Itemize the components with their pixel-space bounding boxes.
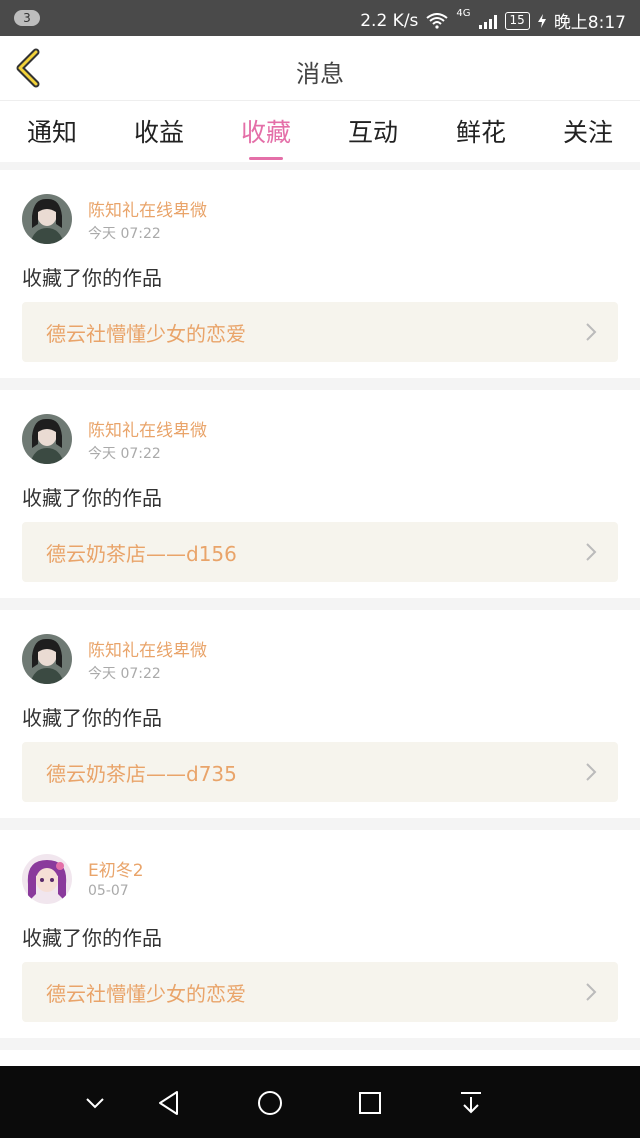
work-title: 德云奶茶店——d735 bbox=[46, 762, 237, 786]
network-type: 4G bbox=[456, 8, 471, 19]
tab-label: 收藏 bbox=[240, 118, 291, 147]
tab-follow[interactable]: 关注 bbox=[538, 113, 638, 149]
home-circle-icon[interactable] bbox=[253, 1086, 287, 1120]
tab-favorites[interactable]: 收藏 bbox=[216, 113, 316, 160]
message-card: E初冬2 05-07 收藏了你的作品 德云社懵懂少女的恋爱 bbox=[0, 830, 640, 1038]
notification-count-badge: 3 bbox=[14, 10, 40, 26]
work-title: 德云社懵懂少女的恋爱 bbox=[46, 982, 246, 1006]
work-link[interactable]: 德云社懵懂少女的恋爱 bbox=[22, 962, 618, 1022]
username[interactable]: 陈知礼在线卑微 bbox=[88, 196, 207, 221]
tab-notification[interactable]: 通知 bbox=[2, 113, 102, 149]
message-card: 陈知礼在线卑微 今天 07:22 收藏了你的作品 德云奶茶店——d156 bbox=[0, 390, 640, 598]
username[interactable]: E初冬2 bbox=[88, 856, 144, 881]
active-tab-indicator bbox=[249, 157, 283, 160]
battery-icon: 15 bbox=[504, 11, 530, 30]
system-nav-bar bbox=[0, 1066, 640, 1138]
work-link[interactable]: 德云社懵懂少女的恋爱 bbox=[22, 302, 618, 362]
tab-label: 收益 bbox=[133, 118, 184, 147]
timestamp: 今天 07:22 bbox=[88, 446, 161, 462]
work-link[interactable]: 德云奶茶店——d156 bbox=[22, 522, 618, 582]
wifi-icon bbox=[426, 12, 449, 29]
avatar[interactable] bbox=[22, 414, 72, 464]
timestamp: 今天 07:22 bbox=[88, 226, 161, 242]
tab-label: 鲜花 bbox=[455, 118, 506, 147]
message-card: 陈知礼在线卑微 今天 07:22 收藏了你的作品 德云奶茶店——d735 bbox=[0, 610, 640, 818]
username[interactable]: 陈知礼在线卑微 bbox=[88, 636, 207, 661]
work-title: 德云奶茶店——d156 bbox=[46, 542, 237, 566]
avatar[interactable] bbox=[22, 194, 72, 244]
header: 消息 bbox=[0, 36, 640, 100]
tab-label: 关注 bbox=[562, 118, 613, 147]
avatar[interactable] bbox=[22, 854, 72, 904]
network-speed: 2.2 K/s bbox=[360, 10, 419, 31]
tab-earnings[interactable]: 收益 bbox=[109, 113, 209, 149]
chevron-right-icon bbox=[586, 763, 597, 781]
chevron-down-icon[interactable] bbox=[78, 1086, 112, 1120]
message-card-partial bbox=[0, 1050, 640, 1066]
avatar[interactable] bbox=[22, 634, 72, 684]
tab-label: 互动 bbox=[347, 118, 398, 147]
notification-pull-icon[interactable] bbox=[454, 1086, 488, 1120]
message-card: 陈知礼在线卑微 今天 07:22 收藏了你的作品 德云社懵懂少女的恋爱 bbox=[0, 170, 640, 378]
status-bar: 3 2.2 K/s 4G 15 晚上8:17 bbox=[0, 0, 640, 36]
chevron-right-icon bbox=[586, 983, 597, 1001]
signal-icon bbox=[478, 13, 497, 29]
action-text: 收藏了你的作品 bbox=[22, 266, 162, 290]
tab-label: 通知 bbox=[26, 118, 77, 147]
work-link[interactable]: 德云奶茶店——d735 bbox=[22, 742, 618, 802]
clock: 晚上8:17 bbox=[553, 13, 626, 33]
chevron-right-icon bbox=[586, 543, 597, 561]
action-text: 收藏了你的作品 bbox=[22, 926, 162, 950]
recent-apps-icon[interactable] bbox=[353, 1086, 387, 1120]
tab-flowers[interactable]: 鲜花 bbox=[431, 113, 531, 149]
back-triangle-icon[interactable] bbox=[152, 1086, 186, 1120]
timestamp: 05-07 bbox=[88, 883, 129, 899]
timestamp: 今天 07:22 bbox=[88, 666, 161, 682]
tab-interaction[interactable]: 互动 bbox=[323, 113, 423, 149]
action-text: 收藏了你的作品 bbox=[22, 706, 162, 730]
tab-bar: 通知 收益 收藏 互动 鲜花 关注 bbox=[0, 100, 640, 162]
username[interactable]: 陈知礼在线卑微 bbox=[88, 416, 207, 441]
action-text: 收藏了你的作品 bbox=[22, 486, 162, 510]
page-title: 消息 bbox=[296, 60, 344, 88]
chevron-right-icon bbox=[586, 323, 597, 341]
work-title: 德云社懵懂少女的恋爱 bbox=[46, 322, 246, 346]
charging-icon bbox=[537, 13, 546, 28]
